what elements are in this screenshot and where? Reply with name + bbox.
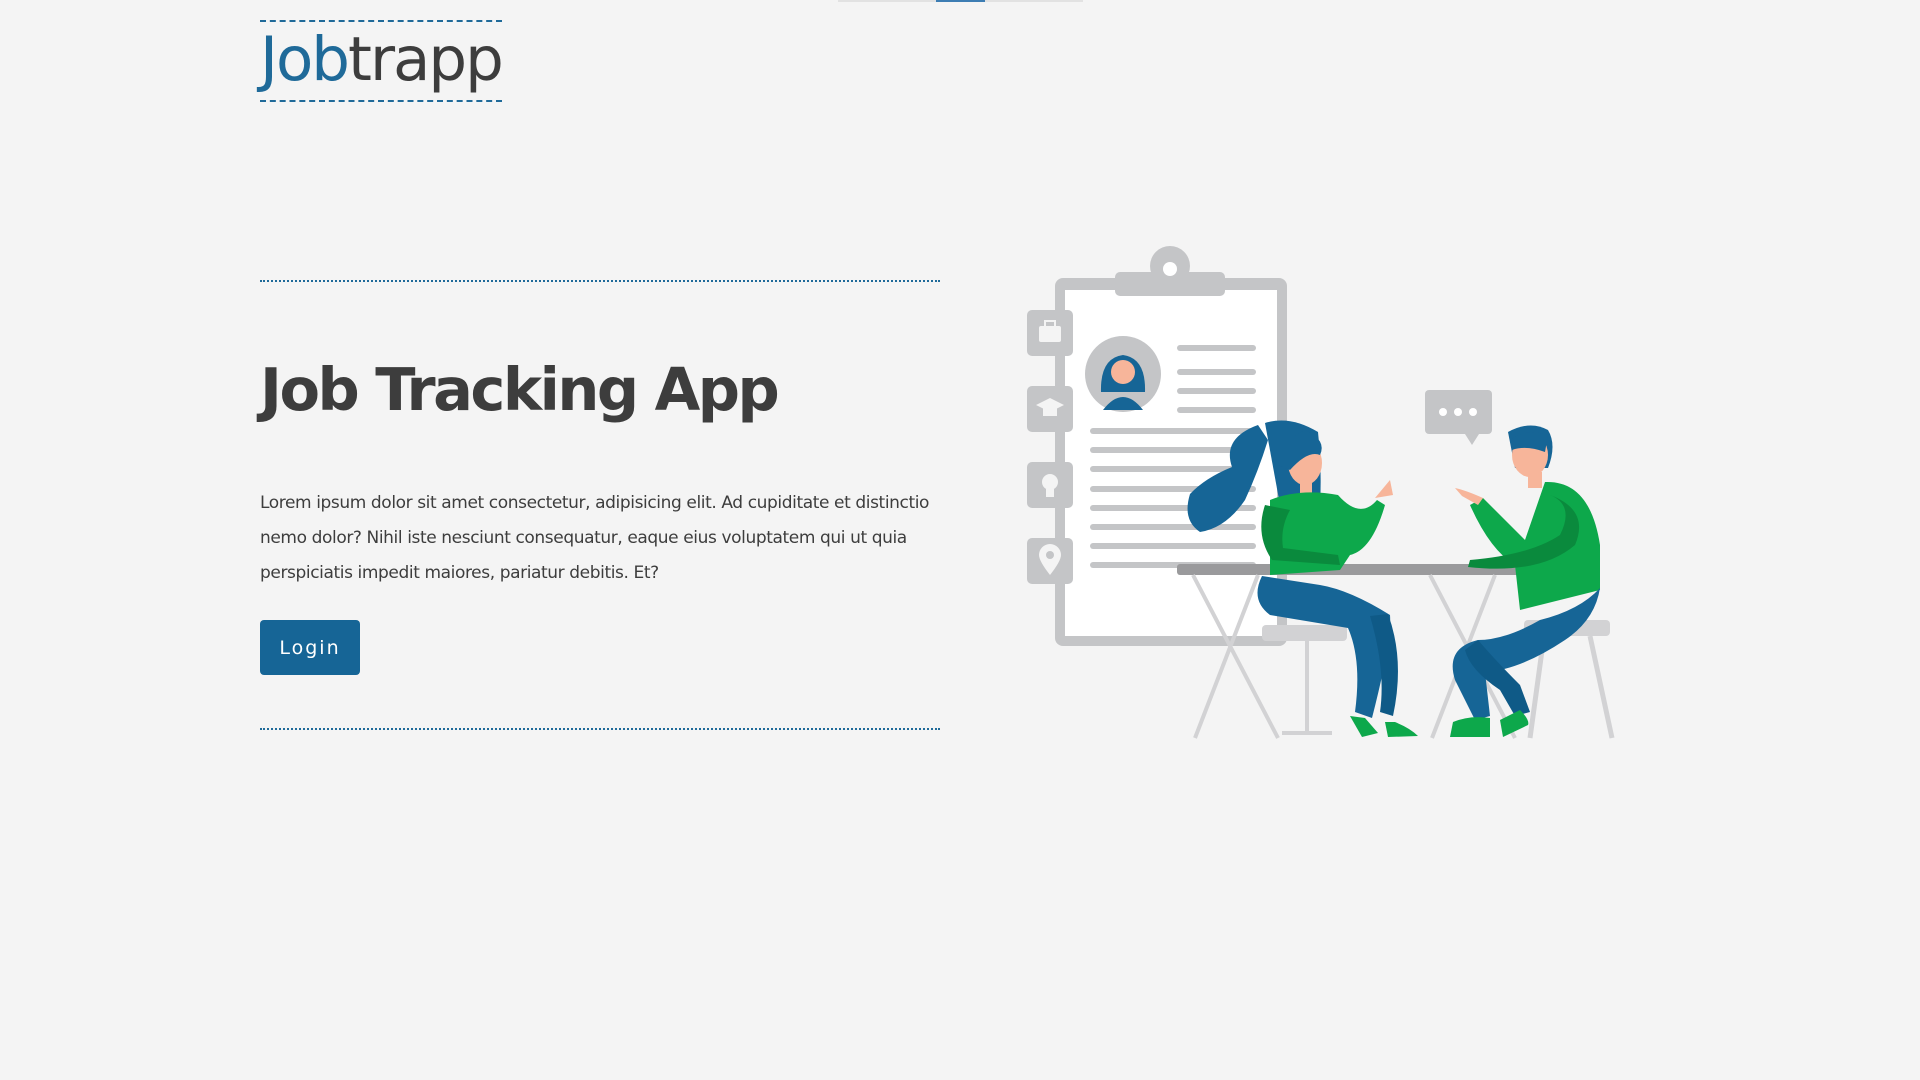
hero-section: Job Tracking App Lorem ipsum dolor sit a… — [260, 280, 940, 730]
top-progress-bar — [838, 0, 1083, 2]
hero-description: Lorem ipsum dolor sit amet consectetur, … — [260, 493, 930, 583]
graduation-cap-icon — [1027, 386, 1073, 432]
login-button[interactable]: Login — [260, 620, 360, 675]
avatar-icon — [1085, 336, 1161, 412]
job-interview-illustration — [1027, 246, 1615, 739]
lightbulb-icon — [1027, 462, 1073, 508]
page-title: Job Tracking App — [260, 355, 780, 424]
briefcase-icon — [1027, 310, 1073, 356]
chat-bubble-icon — [1425, 390, 1492, 445]
top-progress-indicator — [936, 0, 985, 2]
logo-text-job: Job — [260, 24, 350, 95]
man-figure — [1450, 425, 1600, 737]
logo-text-trapp: trapp — [348, 24, 504, 95]
logo[interactable]: Jobtrapp — [260, 20, 504, 102]
location-pin-icon — [1027, 538, 1073, 584]
